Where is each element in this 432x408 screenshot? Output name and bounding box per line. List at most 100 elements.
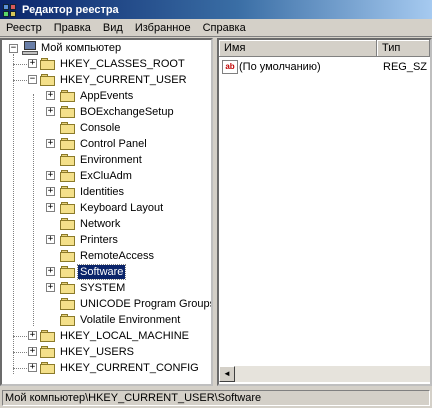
tree-label-selected: Software: [76, 264, 127, 280]
tree-item-root[interactable]: − Мой компьютер: [2, 40, 211, 56]
tree-item-network[interactable]: Network: [2, 216, 211, 232]
tree-label: HKEY_LOCAL_MACHINE: [60, 330, 189, 342]
string-value-icon: ab: [222, 60, 238, 74]
expand-icon[interactable]: +: [46, 203, 55, 212]
tree-item-hkcu[interactable]: − HKEY_CURRENT_USER: [2, 72, 211, 88]
status-bar: Мой компьютер\HKEY_CURRENT_USER\Software: [0, 388, 432, 408]
folder-icon: [60, 169, 76, 182]
expand-icon[interactable]: +: [46, 267, 55, 276]
tree-label: SYSTEM: [80, 282, 126, 294]
tree-label: AppEvents: [80, 90, 134, 102]
folder-open-icon: [60, 265, 76, 278]
status-path: Мой компьютер\HKEY_CURRENT_USER\Software: [2, 390, 430, 406]
tree-label: HKEY_CLASSES_ROOT: [60, 58, 185, 70]
expand-icon[interactable]: +: [46, 139, 55, 148]
collapse-icon[interactable]: −: [9, 44, 18, 53]
title-bar[interactable]: Редактор реестра: [0, 0, 432, 19]
tree-label: Control Panel: [80, 138, 147, 150]
tree-label: HKEY_CURRENT_CONFIG: [60, 362, 199, 374]
expand-icon[interactable]: +: [28, 363, 37, 372]
list-header: Имя Тип: [219, 40, 430, 57]
tree-item-identities[interactable]: + Identities: [2, 184, 211, 200]
tree-item-hku[interactable]: + HKEY_USERS: [2, 344, 211, 360]
folder-icon: [40, 329, 56, 342]
tree-label: Printers: [80, 234, 118, 246]
tree-item-boexchangesetup[interactable]: + BOExchangeSetup: [2, 104, 211, 120]
tree-item-printers[interactable]: + Printers: [2, 232, 211, 248]
expand-icon[interactable]: +: [46, 171, 55, 180]
folder-icon: [60, 121, 76, 134]
key-tree[interactable]: − Мой компьютер + HKEY_CLASSES_ROOT − HK…: [0, 38, 213, 386]
tree-item-environment[interactable]: Environment: [2, 152, 211, 168]
menu-registry[interactable]: Реестр: [0, 20, 48, 36]
expand-icon[interactable]: +: [46, 235, 55, 244]
tree-label: Мой компьютер: [41, 42, 122, 54]
tree-item-control-panel[interactable]: + Control Panel: [2, 136, 211, 152]
tree-label: ExCluAdm: [80, 170, 132, 182]
folder-icon: [60, 201, 76, 214]
folder-icon: [60, 89, 76, 102]
folder-icon: [40, 57, 56, 70]
folder-icon: [60, 281, 76, 294]
menu-view[interactable]: Вид: [97, 20, 129, 36]
folder-icon: [60, 153, 76, 166]
folder-icon: [60, 233, 76, 246]
expand-icon[interactable]: +: [28, 347, 37, 356]
folder-icon: [60, 249, 76, 262]
expand-icon[interactable]: +: [46, 283, 55, 292]
tree-item-hkcc[interactable]: + HKEY_CURRENT_CONFIG: [2, 360, 211, 376]
tree-item-excluadm[interactable]: + ExCluAdm: [2, 168, 211, 184]
menu-bar: Реестр Правка Вид Избранное Справка: [0, 19, 432, 37]
menu-edit[interactable]: Правка: [48, 20, 97, 36]
tree-label: UNICODE Program Groups: [80, 298, 213, 310]
tree-item-hklm[interactable]: + HKEY_LOCAL_MACHINE: [2, 328, 211, 344]
collapse-icon[interactable]: −: [28, 75, 37, 84]
expand-icon[interactable]: +: [46, 91, 55, 100]
tree-item-remoteaccess[interactable]: RemoteAccess: [2, 248, 211, 264]
computer-icon: [22, 41, 38, 55]
tree-label: Network: [80, 218, 121, 230]
tree-item-appevents[interactable]: + AppEvents: [2, 88, 211, 104]
folder-icon: [60, 137, 76, 150]
tree-label: HKEY_CURRENT_USER: [60, 74, 187, 86]
value-type: REG_SZ: [383, 61, 428, 73]
folder-open-icon: [40, 73, 56, 86]
tree-label: HKEY_USERS: [60, 346, 134, 358]
list-item[interactable]: ab (По умолчанию) REG_SZ: [219, 60, 430, 76]
folder-icon: [60, 185, 76, 198]
column-header-type[interactable]: Тип: [377, 40, 430, 57]
folder-icon: [60, 217, 76, 230]
tree-label: RemoteAccess: [80, 250, 154, 262]
horizontal-scrollbar[interactable]: ◄: [219, 366, 430, 382]
expand-icon[interactable]: +: [28, 59, 37, 68]
tree-label: Console: [80, 122, 121, 134]
tree-label: Identities: [80, 186, 125, 198]
tree-label: BOExchangeSetup: [80, 106, 174, 118]
tree-item-software[interactable]: + Software: [2, 264, 211, 280]
value-list[interactable]: Имя Тип ab (По умолчанию) REG_SZ ◄: [217, 38, 432, 386]
tree-item-console[interactable]: Console: [2, 120, 211, 136]
value-name: (По умолчанию): [239, 61, 321, 73]
expand-icon[interactable]: +: [46, 187, 55, 196]
tree-label: Keyboard Layout: [80, 202, 164, 214]
regedit-app-icon: [2, 2, 18, 18]
expand-icon[interactable]: +: [28, 331, 37, 340]
column-header-name[interactable]: Имя: [219, 40, 377, 57]
folder-icon: [40, 361, 56, 374]
tree-label: Volatile Environment: [80, 314, 181, 326]
tree-item-hkcr[interactable]: + HKEY_CLASSES_ROOT: [2, 56, 211, 72]
tree-item-system[interactable]: + SYSTEM: [2, 280, 211, 296]
folder-icon: [60, 313, 76, 326]
window-title: Редактор реестра: [22, 3, 119, 16]
tree-label: Environment: [80, 154, 142, 166]
folder-icon: [40, 345, 56, 358]
scroll-left-icon[interactable]: ◄: [219, 366, 235, 382]
menu-help[interactable]: Справка: [197, 20, 252, 36]
menu-favorites[interactable]: Избранное: [129, 20, 197, 36]
tree-item-volatile-environment[interactable]: Volatile Environment: [2, 312, 211, 328]
folder-icon: [60, 105, 76, 118]
folder-icon: [60, 297, 76, 310]
expand-icon[interactable]: +: [46, 107, 55, 116]
tree-item-keyboard-layout[interactable]: + Keyboard Layout: [2, 200, 211, 216]
tree-item-unicode-program-groups[interactable]: UNICODE Program Groups: [2, 296, 211, 312]
